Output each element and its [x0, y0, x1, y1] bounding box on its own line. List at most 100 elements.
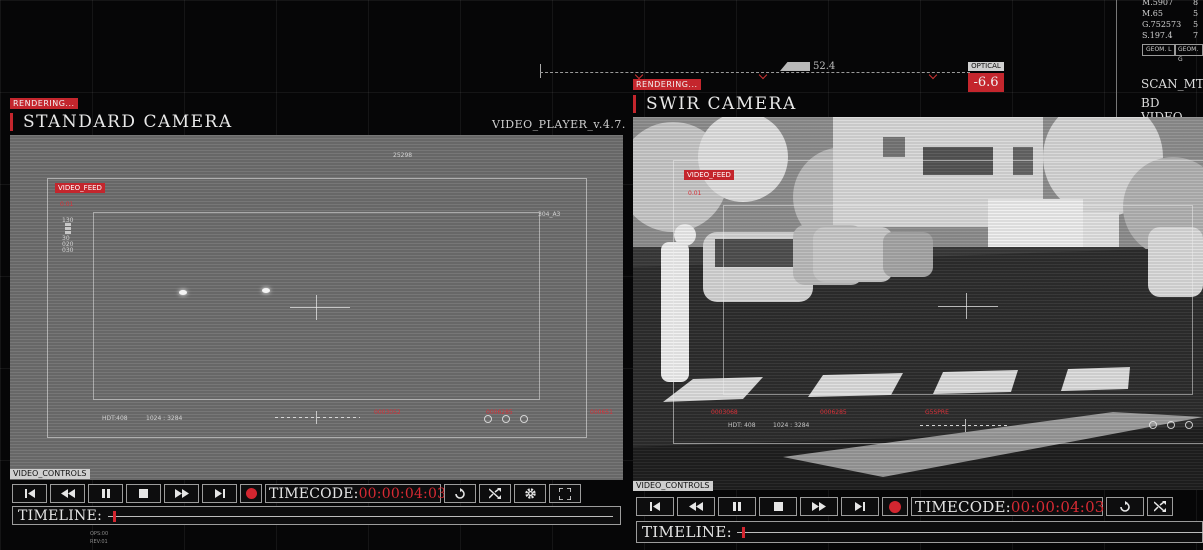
skip-back-icon — [650, 502, 660, 511]
record-icon — [889, 500, 901, 513]
skip-back-icon — [24, 489, 35, 498]
hud-data-value: M.65 — [1142, 9, 1163, 18]
replay-button[interactable] — [444, 484, 476, 503]
hud-data-value: M.5907 — [1142, 0, 1174, 7]
hud-data-column-2: 8 5 5 7 — [1193, 0, 1198, 41]
fullscreen-icon — [559, 487, 571, 500]
timecode-display: TIMECODE: 00:00:04:03 — [265, 484, 446, 503]
shuffle-icon — [1154, 501, 1166, 512]
feed-readout-red: 0.01 — [60, 201, 74, 208]
hud-ruler — [540, 72, 970, 73]
hud-data-value: 5 — [1193, 20, 1199, 29]
timeline-track[interactable] — [737, 532, 1203, 533]
hud-divider — [1116, 0, 1117, 118]
feed-bottom-red-readout: G5SPRE — [925, 409, 949, 416]
hud-ruler-tick — [540, 64, 541, 78]
geom-l-button[interactable]: GEOM. L — [1142, 44, 1176, 56]
rendering-tag: RENDERING... — [10, 98, 78, 109]
timeline-track[interactable] — [108, 516, 613, 517]
fast-forward-icon — [174, 489, 189, 498]
pause-button[interactable] — [718, 497, 756, 516]
rewind-icon — [689, 502, 703, 511]
skip-forward-icon — [214, 489, 225, 498]
fast-forward-button[interactable] — [164, 484, 199, 503]
hud-data-value: 7 — [1193, 31, 1199, 40]
stop-button[interactable] — [126, 484, 161, 503]
feed-bottom-readout: 1024 : 3284 — [146, 415, 183, 422]
feed-bottom-red-readout: 0006285 — [820, 409, 847, 416]
feed-bottom-readout: HDT: 408 — [728, 422, 756, 429]
video-feed-swir[interactable]: VIDEO_FEED 0.01 HDT: 408 1024 : 3284 000… — [633, 117, 1203, 490]
pause-icon — [101, 489, 110, 498]
timeline-label: TIMELINE: — [642, 523, 732, 541]
crosshair — [938, 306, 998, 307]
optical-label: OPTICAL — [968, 62, 1004, 71]
video-controls-tag: VIDEO_CONTROLS — [633, 481, 713, 491]
video-feed-tag: VIDEO_FEED — [684, 170, 734, 180]
feed-light-source — [179, 290, 187, 295]
scan-label: SCAN_MT — [1141, 77, 1203, 91]
feed-bottom-red-readout: 0003052 — [374, 409, 401, 416]
fast-forward-icon — [812, 502, 826, 511]
target-icon — [502, 415, 510, 423]
feed-side-readout: 030 — [62, 247, 74, 254]
target-icon — [1167, 421, 1175, 429]
feed-readout-red: 0.01 — [688, 190, 702, 197]
shuffle-button[interactable] — [479, 484, 511, 503]
swir-timeline[interactable]: TIMELINE: — [636, 521, 1203, 543]
video-feed-standard[interactable]: VIDEO_FEED 25298 304_A3 0.01 130 30 020 … — [10, 135, 623, 480]
timeline-thumb[interactable] — [113, 511, 117, 522]
skip-forward-button[interactable] — [841, 497, 879, 516]
scale-ruler-center — [965, 419, 966, 432]
record-button[interactable] — [240, 484, 262, 503]
standard-timeline[interactable]: TIMELINE: — [12, 506, 621, 525]
skip-back-button[interactable] — [12, 484, 47, 503]
pause-icon — [733, 502, 741, 511]
record-icon — [245, 488, 257, 499]
pause-button[interactable] — [88, 484, 123, 503]
replay-icon — [1120, 500, 1130, 512]
replay-button[interactable] — [1106, 497, 1144, 516]
camera-title: STANDARD CAMERA — [10, 113, 233, 131]
swir-controls-row: TIMECODE: 00:00:04:03 — [636, 497, 1173, 516]
hud-data-value: 8 — [1193, 0, 1199, 7]
timecode-display: TIMECODE: 00:00:04:03 — [911, 497, 1105, 516]
record-button[interactable] — [882, 497, 908, 516]
shuffle-icon — [489, 488, 501, 499]
feed-bottom-readout: 1024 : 3284 — [773, 422, 810, 429]
shuffle-button[interactable] — [1147, 497, 1173, 516]
hud-data-value: S.197.4 — [1142, 31, 1173, 40]
rendering-tag: RENDERING... — [633, 79, 701, 90]
timecode-value: 00:00:04:03 — [358, 485, 447, 502]
geom-g-button[interactable]: GEOM. G — [1174, 44, 1203, 63]
footer-meta: REV:01 — [90, 539, 108, 545]
feed-bottom-readout: HDT:408 — [102, 415, 128, 422]
stop-icon — [139, 489, 148, 498]
timecode-value: 00:00:04:03 — [1010, 497, 1105, 516]
player-version: VIDEO_PLAYER_v.4.7. — [492, 118, 626, 131]
skip-back-button[interactable] — [636, 497, 674, 516]
fullscreen-button[interactable] — [549, 484, 581, 503]
rewind-button[interactable] — [50, 484, 85, 503]
hud-data-value: 5 — [1193, 9, 1199, 18]
rewind-icon — [60, 489, 75, 498]
fast-forward-button[interactable] — [800, 497, 838, 516]
crosshair — [316, 295, 317, 320]
video-controls-tag: VIDEO_CONTROLS — [10, 469, 90, 479]
stop-button[interactable] — [759, 497, 797, 516]
target-icon — [520, 415, 528, 423]
hud-data-value: G.752573 — [1142, 20, 1182, 29]
camera-title: SWIR CAMERA — [633, 95, 797, 113]
skip-forward-button[interactable] — [202, 484, 237, 503]
feed-side-readout: 130 — [62, 217, 74, 224]
timeline-thumb[interactable] — [741, 527, 745, 538]
rewind-button[interactable] — [677, 497, 715, 516]
scale-ruler-center — [316, 411, 317, 424]
gear-icon — [524, 488, 536, 499]
skip-forward-icon — [855, 502, 865, 511]
crosshair — [966, 293, 967, 319]
timeline-label: TIMELINE: — [18, 508, 103, 524]
timecode-label: TIMECODE: — [269, 485, 359, 502]
optical-value: -6.6 — [968, 73, 1004, 92]
settings-button[interactable] — [514, 484, 546, 503]
